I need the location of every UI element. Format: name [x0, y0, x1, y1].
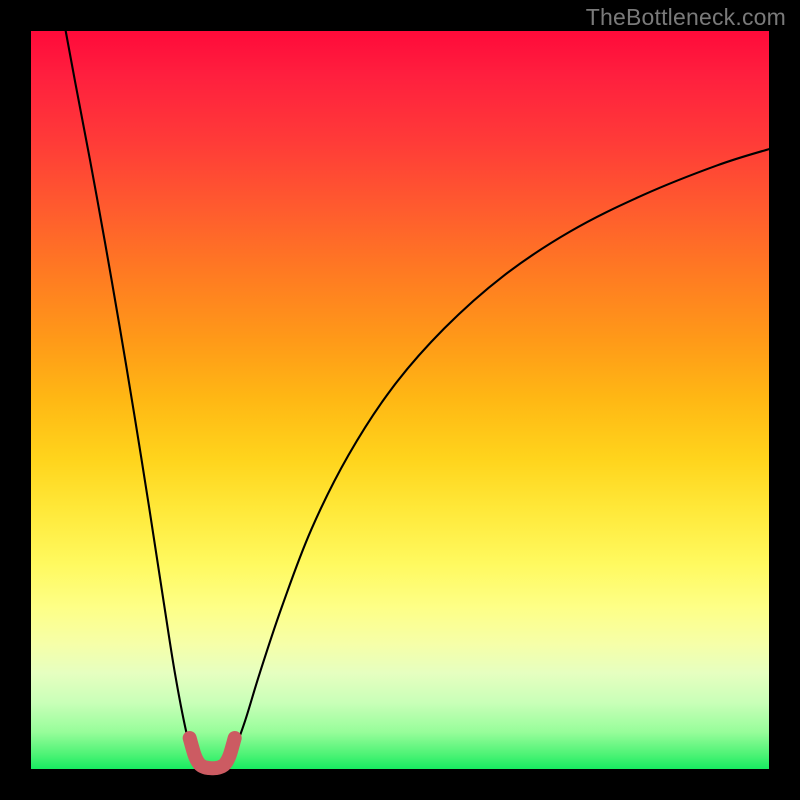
curve-group: [66, 31, 769, 768]
chart-frame: TheBottleneck.com: [0, 0, 800, 800]
curve-right-branch: [225, 149, 769, 765]
chart-svg: [31, 31, 769, 769]
plot-area: [31, 31, 769, 769]
watermark-label: TheBottleneck.com: [586, 4, 786, 31]
valley-highlight-icon: [190, 738, 235, 768]
curve-left-branch: [66, 31, 200, 765]
